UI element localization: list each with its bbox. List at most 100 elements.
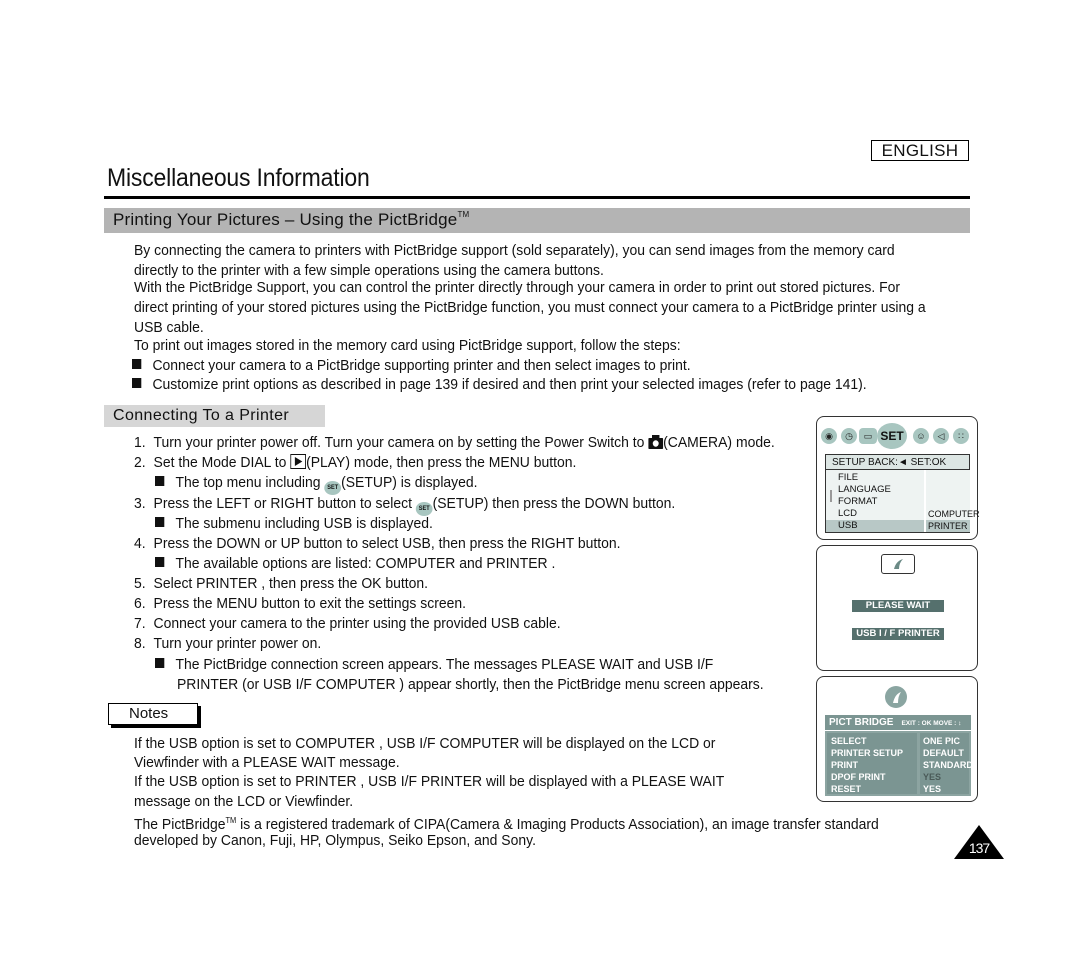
step-number: 7. <box>134 615 146 632</box>
step-number: 2. <box>134 454 146 471</box>
bullet-square-icon <box>155 517 165 527</box>
usb-options: COMPUTER PRINTER <box>926 470 980 532</box>
step-number: 4. <box>134 535 146 552</box>
step-3: 3. Press the LEFT or RIGHT button to sele… <box>134 494 675 516</box>
menu-item-file[interactable]: FILE <box>838 472 858 484</box>
menu-item-format[interactable]: FORMAT <box>838 496 877 508</box>
play-mode-icon <box>290 454 307 475</box>
menu-item-usb[interactable]: USB <box>826 520 924 532</box>
bullet-square-icon <box>132 359 142 369</box>
step-number: 8. <box>134 635 146 652</box>
title-divider <box>104 196 970 199</box>
step-text: (SETUP) then press the DOWN button. <box>432 495 676 512</box>
step-6: 6. Press the MENU button to exit the sett… <box>134 594 466 614</box>
value-reset: YES <box>923 784 942 794</box>
language-badge: ENGLISH <box>871 140 969 161</box>
pictbridge-values: ONE PIC DEFAULT STANDARD YES YES <box>920 733 973 794</box>
step-text: Select PRINTER , then press the OK butto… <box>153 575 429 592</box>
step-3-bullet: The submenu including USB is displayed. <box>155 514 433 534</box>
intro-line: USB cable. <box>134 319 204 336</box>
step-text: The available options are listed: COMPUT… <box>175 555 556 572</box>
bullet-square-icon <box>155 476 165 486</box>
pictbridge-icon <box>885 686 907 708</box>
bullet-square-icon <box>155 557 165 567</box>
step-number: 6. <box>134 595 146 612</box>
page-number: 137 <box>954 825 1004 859</box>
camera-screen-connecting: PLEASE WAIT USB I / F PRINTER <box>816 545 978 671</box>
camera-screen-setup: ◉ ◷ ▭ SET ☺ ◁ ∷ SETUP BACK:◄ SET:OK FILE… <box>816 416 980 540</box>
menu-item-print[interactable]: PRINT <box>831 759 858 771</box>
menu-tabs: ◉ ◷ ▭ SET ☺ ◁ ∷ <box>821 423 973 449</box>
value-printer-setup: DEFAULT <box>923 748 964 758</box>
usb-printer-message: USB I / F PRINTER <box>852 628 944 640</box>
intro-bullet: Connect your camera to a PictBridge supp… <box>132 356 918 376</box>
setup-menu-items: FILE LANGUAGE FORMAT LCD USB <box>826 470 924 532</box>
menu-item-lcd[interactable]: LCD <box>838 508 857 520</box>
step-text: The submenu including USB is displayed. <box>175 515 433 532</box>
step-number: 1. <box>134 434 146 451</box>
section-title: Printing Your Pictures – Using the PictB… <box>113 210 469 230</box>
pictbridge-title: PICT BRIDGE <box>829 717 894 728</box>
intro-line: By connecting the camera to printers wit… <box>134 242 895 259</box>
step-7: 7. Connect your camera to the printer usi… <box>134 614 561 634</box>
bullet-square-icon <box>155 658 165 668</box>
note-line: message on the LCD or Viewfinder. <box>134 793 354 810</box>
step-4-bullet: The available options are listed: COMPUT… <box>155 554 555 574</box>
camera-screen-pictbridge: PICT BRIDGE EXIT : OK MOVE : ↕ SELECT PRI… <box>816 676 978 802</box>
step-4: 4. Press the DOWN or UP button to select … <box>134 534 621 554</box>
step-5: 5. Select PRINTER , then press the OK but… <box>134 574 428 594</box>
step-number: 5. <box>134 575 146 592</box>
page-title: Miscellaneous Information <box>107 164 370 192</box>
pictbridge-items: SELECT PRINTER SETUP PRINT DPOF PRINT RE… <box>827 733 917 794</box>
step-number: 3. <box>134 495 146 512</box>
subsection-title: Connecting To a Printer <box>113 407 290 424</box>
step-8: 8. Turn your printer power on. <box>134 634 321 654</box>
step-8-bullet-cont: PRINTER (or USB I/F COMPUTER ) appear sh… <box>177 676 764 693</box>
intro-line: With the PictBridge Support, you can con… <box>134 279 901 296</box>
step-text: Press the MENU button to exit the settin… <box>153 595 467 612</box>
menu-item-reset[interactable]: RESET <box>831 783 861 795</box>
notes-label: Notes <box>108 703 198 725</box>
pictbridge-menu-body: SELECT PRINTER SETUP PRINT DPOF PRINT RE… <box>825 731 973 796</box>
pictbridge-icon <box>881 554 915 574</box>
menu-item-select[interactable]: SELECT <box>831 735 867 747</box>
trademark-mark: TM <box>225 816 237 825</box>
step-8-bullet: The PictBridge connection screen appears… <box>155 655 713 675</box>
step-text: Turn your printer power off. Turn your c… <box>153 434 649 451</box>
step-1: 1. Turn your printer power off. Turn your… <box>134 433 775 455</box>
camera-tab-icon: ◉ <box>821 428 837 444</box>
page-number-text: 137 <box>968 840 990 856</box>
intro-line: direct printing of your stored pictures … <box>134 299 926 316</box>
please-wait-message: PLEASE WAIT <box>852 600 944 612</box>
step-2-bullet: The top menu including SET (SETUP) is dis… <box>155 473 478 495</box>
bullet-square-icon <box>132 378 142 388</box>
scroll-indicator <box>830 490 832 502</box>
step-text: (PLAY) mode, then press the MENU button. <box>306 454 577 471</box>
note-line: If the USB option is set to PRINTER , US… <box>134 773 725 790</box>
intro-line: To print out images stored in the memory… <box>134 337 681 354</box>
setup-menu-body: FILE LANGUAGE FORMAT LCD USB COMPUTER PR… <box>825 470 980 533</box>
step-text: (CAMERA) mode. <box>663 434 775 451</box>
step-text: Press the LEFT or RIGHT button to select <box>153 495 416 512</box>
sound-tab-icon: ◁ <box>933 428 949 444</box>
intro-bullet-text: Customize print options as described in … <box>152 376 867 393</box>
section-title-text: Printing Your Pictures – Using the PictB… <box>113 210 458 229</box>
step-text: Turn your printer power on. <box>153 635 322 652</box>
step-2: 2. Set the Mode DIAL to (PLAY) mode, then… <box>134 453 576 475</box>
step-text: The PictBridge connection screen appears… <box>175 656 714 673</box>
menu-item-printer-setup[interactable]: PRINTER SETUP <box>831 747 903 759</box>
intro-bullet: Customize print options as described in … <box>132 375 918 395</box>
option-printer[interactable]: PRINTER <box>926 520 970 532</box>
setup-tab-icon: SET <box>877 423 907 449</box>
menu-item-language[interactable]: LANGUAGE <box>838 484 891 496</box>
value-dpof-print: YES <box>923 772 942 782</box>
step-text: Press the DOWN or UP button to select US… <box>153 535 621 552</box>
intro-bullet-text: Connect your camera to a PictBridge supp… <box>152 357 691 374</box>
step-text: (SETUP) is displayed. <box>341 474 478 491</box>
step-text: The top menu including <box>175 474 325 491</box>
menu-item-dpof-print[interactable]: DPOF PRINT <box>831 771 886 783</box>
option-computer[interactable]: COMPUTER <box>926 508 980 520</box>
grid-tab-icon: ∷ <box>953 428 969 444</box>
camera-mode-icon <box>648 435 664 455</box>
value-select: ONE PIC <box>923 736 961 746</box>
